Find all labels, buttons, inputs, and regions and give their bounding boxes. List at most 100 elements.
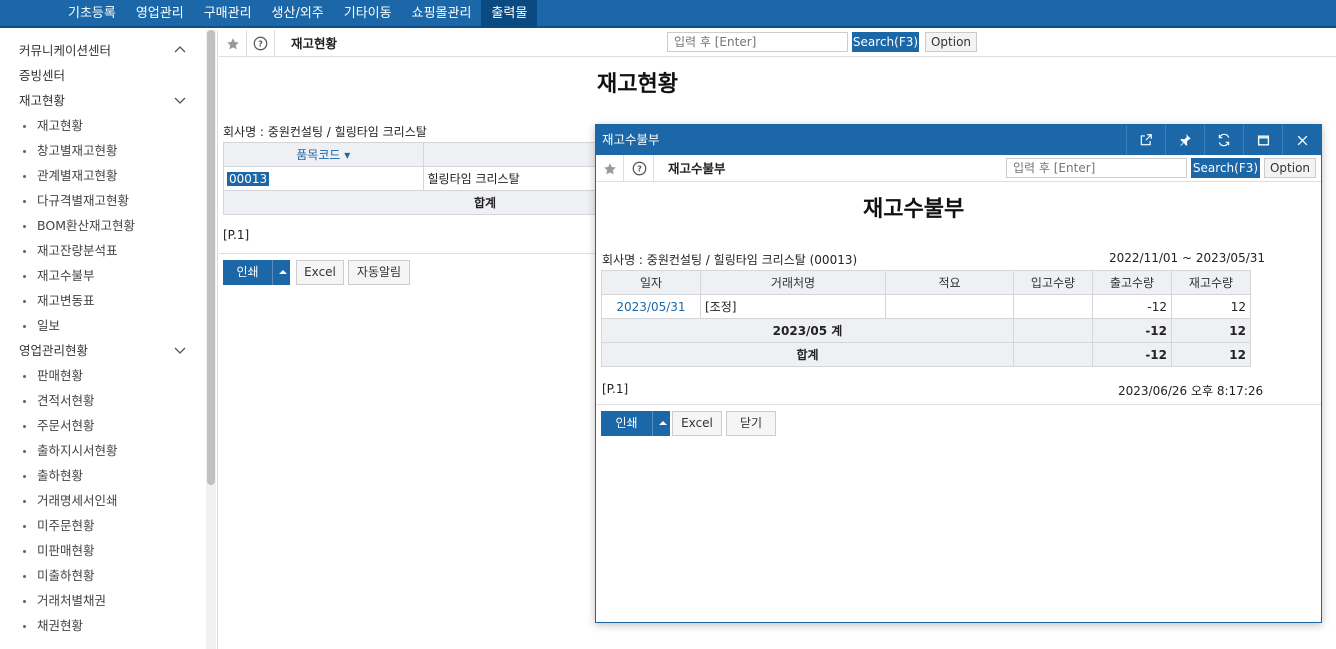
ledger-table: 일자 거래처명 적요 입고수량 출고수량 재고수량 2023/05/31 [조정… [601,270,1251,367]
top-menu-item[interactable]: 구매관리 [194,0,262,28]
popup-print-button[interactable]: 인쇄 [601,411,652,436]
chevron-up-icon[interactable] [174,38,186,63]
sidebar-item-label: 주문서현황 [37,418,95,433]
sidebar-item-label: 관계별재고현황 [37,168,118,183]
favorite-star-icon[interactable] [219,30,247,57]
sidebar-item[interactable]: 일보 [0,313,206,338]
column-header-item-code[interactable]: 품목코드 ▾ [223,142,424,167]
popup-help-icon[interactable]: ? [626,155,654,182]
stock-table: 품목코드 ▾ 00013 힐링타임 크리스탈 합계 [223,142,603,215]
auto-alert-button[interactable]: 자동알림 [348,260,410,285]
sidebar-item[interactable]: 채권현황 [0,613,206,638]
column-header-out-qty: 출고수량 [1092,270,1172,295]
popup-option-button[interactable]: Option [1264,158,1316,178]
bullet-icon [23,175,26,178]
bullet-icon [23,475,26,478]
sidebar-item-label: 출하현황 [37,468,84,483]
svg-text:?: ? [637,164,642,174]
row-date-link[interactable]: 2023/05/31 [601,294,701,319]
top-menu-item[interactable]: 생산/외주 [262,0,334,28]
sidebar-item[interactable]: 판매현황 [0,363,206,388]
sidebar-item[interactable]: 미판매현황 [0,538,206,563]
sidebar-item-label: 창고별재고현황 [37,143,118,158]
chevron-down-icon[interactable] [174,88,186,113]
excel-button[interactable]: Excel [296,260,344,285]
sidebar-scrollbar[interactable] [206,30,216,649]
help-icon[interactable]: ? [247,30,275,57]
option-button[interactable]: Option [925,32,977,52]
item-code-cell[interactable]: 00013 [227,171,270,186]
bullet-icon [23,500,26,503]
sidebar-item[interactable]: 거래처별채권 [0,588,206,613]
sidebar-item[interactable]: 출하지시서현황 [0,438,206,463]
top-menu-item[interactable]: 영업관리 [126,0,194,28]
sidebar-list: 커뮤니케이션센터 증빙센터 재고현황 재고현황 창고별재고현황 관계별재고현황 다규격별재고… [0,38,206,638]
top-menu-item[interactable]: 쇼핑몰관리 [402,0,482,28]
sidebar-item[interactable]: 재고잔량분석표 [0,238,206,263]
sidebar-item[interactable]: 출하현황 [0,463,206,488]
sidebar-section[interactable]: 커뮤니케이션센터 [0,38,206,63]
sidebar-item[interactable]: 거래명세서인쇄 [0,488,206,513]
popup-close-button[interactable]: 닫기 [726,411,776,436]
column-header-date: 일자 [601,270,701,295]
sidebar-item-label: 출하지시서현황 [37,443,118,458]
chevron-down-icon[interactable] [174,338,186,363]
sidebar-section-label: 증빙센터 [19,68,66,83]
sidebar-item[interactable]: 재고수불부 [0,263,206,288]
bullet-icon [23,225,26,228]
subtotal-in-qty [1013,318,1093,343]
svg-text:?: ? [258,39,263,49]
sidebar-section[interactable]: 재고현황 [0,88,206,113]
top-menu-item[interactable]: 기초등록 [58,0,126,28]
subtotal-row: 2023/05 계 -12 12 [601,318,1251,343]
print-timestamp: 2023/06/26 오후 8:17:26 [1118,384,1264,398]
sidebar-item-label: 다규격별재고현황 [37,193,130,208]
popup-excel-button[interactable]: Excel [672,411,722,436]
sidebar-section[interactable]: 영업관리현황 [0,338,206,363]
popup-divider [596,404,1321,405]
popup-search-button[interactable]: Search(F3) [1191,158,1260,178]
popup-print-dropdown-icon[interactable] [652,411,670,436]
popup-search-input[interactable] [1006,158,1187,178]
row-partner: [조정] [700,294,886,319]
sidebar-item[interactable]: 관계별재고현황 [0,163,206,188]
sidebar-item[interactable]: 재고현황 [0,113,206,138]
sidebar-item[interactable]: 미출하현황 [0,563,206,588]
sidebar-item-label: BOM환산재고현황 [37,218,135,233]
pin-icon[interactable] [1165,125,1204,155]
popup-favorite-star-icon[interactable] [596,155,624,182]
sidebar-item[interactable]: 창고별재고현황 [0,138,206,163]
item-name-cell: 힐링타임 크리스탈 [422,166,603,191]
sidebar-item[interactable]: 주문서현황 [0,413,206,438]
search-input[interactable] [667,32,848,52]
maximize-icon[interactable] [1243,125,1282,155]
sidebar-item[interactable]: 견적서현황 [0,388,206,413]
top-menu-item[interactable]: 기타이동 [334,0,402,28]
column-header-memo: 적요 [885,270,1014,295]
sidebar-item-label: 미판매현황 [37,543,95,558]
sidebar-scroll-thumb[interactable] [207,30,215,485]
sidebar-item-label: 재고잔량분석표 [37,243,118,258]
sidebar-item[interactable]: BOM환산재고현황 [0,213,206,238]
top-menu-item[interactable]: 출력물 [481,0,538,28]
sidebar-item-label: 거래처별채권 [37,593,107,608]
popup-header: 재고수불부 [596,125,1321,155]
sidebar-item-label: 판매현황 [37,368,84,383]
close-icon[interactable] [1282,125,1321,155]
toolbar-title: 재고현황 [291,36,338,51]
search-button[interactable]: Search(F3) [852,32,919,52]
bullet-icon [23,600,26,603]
bullet-icon [23,375,26,378]
sidebar-section-label: 영업관리현황 [19,343,89,358]
sidebar-item[interactable]: 다규격별재고현황 [0,188,206,213]
top-navigation: 기초등록 영업관리 구매관리 생산/외주 기타이동 쇼핑몰관리 출력물 [0,0,1336,28]
open-new-window-icon[interactable] [1126,125,1165,155]
refresh-icon[interactable] [1204,125,1243,155]
print-dropdown-icon[interactable] [272,260,290,285]
sidebar-section[interactable]: 증빙센터 [0,63,206,88]
sidebar-section-label: 재고현황 [19,93,66,108]
sidebar-item[interactable]: 재고변동표 [0,288,206,313]
sidebar-item[interactable]: 미주문현황 [0,513,206,538]
company-name: 회사명 : 중원컨설팅 / 힐링타임 크리스탈 [223,125,427,139]
print-button[interactable]: 인쇄 [223,260,272,285]
